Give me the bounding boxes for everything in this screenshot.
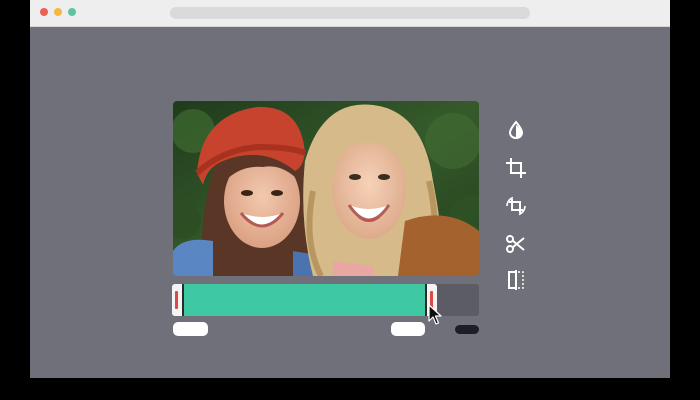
end-time-label [391,322,425,336]
color-drop-icon [508,120,524,140]
trim-selection[interactable] [182,284,427,316]
close-dot[interactable] [40,8,48,16]
trim-start-handle[interactable] [172,284,185,316]
duration-label [455,325,479,334]
color-adjust-tool[interactable] [504,118,528,142]
split-icon [508,270,524,290]
trim-end-handle[interactable] [424,284,437,316]
scissors-icon [506,235,525,253]
crop-icon [506,158,526,178]
handle-grip [429,291,433,309]
minimize-dot[interactable] [54,8,62,16]
crop-tool[interactable] [504,156,528,180]
handle-grip [175,291,179,309]
rotate-tool[interactable] [504,194,528,218]
editor-window [30,0,670,378]
start-time-label [173,322,208,336]
split-tool[interactable] [504,268,528,292]
address-bar[interactable] [170,7,530,19]
maximize-dot[interactable] [68,8,76,16]
rotate-crop-icon [506,196,526,216]
title-bar [30,0,670,27]
video-preview [173,101,479,276]
cut-tool[interactable] [504,232,528,256]
